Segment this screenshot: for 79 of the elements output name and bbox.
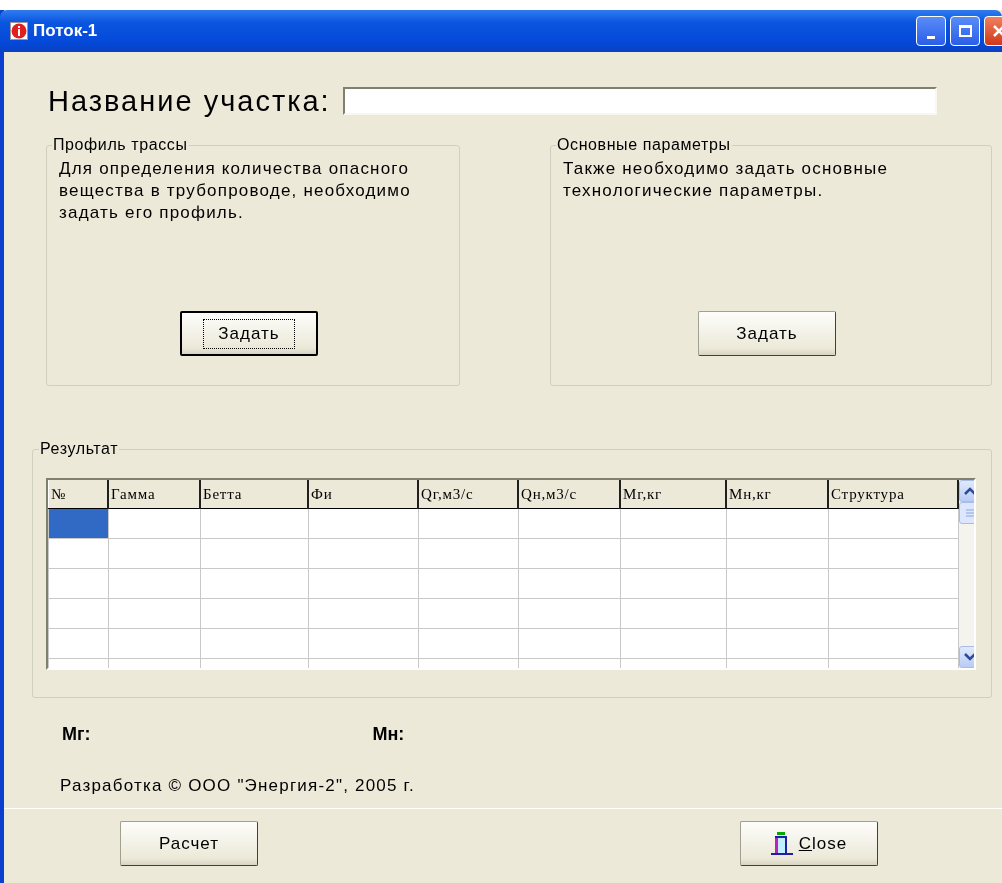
- column-header[interactable]: Гамма: [108, 480, 200, 509]
- table-cell[interactable]: [308, 628, 418, 659]
- table-cell[interactable]: [308, 538, 418, 569]
- chevron-up-icon: [964, 487, 974, 495]
- grip-icon: [966, 509, 974, 517]
- table-cell[interactable]: [200, 538, 308, 569]
- table-cell[interactable]: [48, 598, 108, 629]
- door-icon: [770, 831, 793, 856]
- table-cell[interactable]: [726, 628, 828, 659]
- column-header[interactable]: Мн,кг: [726, 480, 828, 509]
- column-header[interactable]: Мг,кг: [620, 480, 726, 509]
- table-cell[interactable]: [200, 598, 308, 629]
- table-cell[interactable]: [108, 628, 200, 659]
- group-title: Результат: [39, 440, 120, 458]
- table-cell[interactable]: [108, 538, 200, 569]
- calculate-button[interactable]: Расчет: [120, 821, 258, 866]
- table-cell[interactable]: [200, 568, 308, 599]
- info-icon: [10, 22, 28, 40]
- total-label: Мг:: [62, 723, 91, 745]
- table-cell[interactable]: [48, 568, 108, 599]
- table-cell[interactable]: [620, 508, 726, 539]
- chevron-down-icon: [964, 653, 974, 661]
- table-cell[interactable]: [48, 508, 108, 539]
- set-button[interactable]: Задать: [698, 311, 836, 356]
- table-cell[interactable]: [308, 508, 418, 539]
- table-cell[interactable]: [726, 538, 828, 569]
- group-title: Основные параметры: [556, 136, 732, 154]
- table-cell[interactable]: [108, 568, 200, 599]
- column-header[interactable]: №: [48, 480, 108, 509]
- table-cell[interactable]: [620, 568, 726, 599]
- group-description: Для определения количества опасного вещества в трубопроводе, необходимо задать его профиль.: [59, 158, 412, 224]
- table-cell[interactable]: [518, 628, 620, 659]
- table-cell[interactable]: [418, 508, 518, 539]
- table-cell[interactable]: [518, 568, 620, 599]
- table-cell[interactable]: [518, 538, 620, 569]
- name-label: Название участка:: [48, 84, 331, 118]
- table-cell[interactable]: [726, 568, 828, 599]
- table-cell[interactable]: [828, 598, 958, 629]
- table-cell[interactable]: [48, 628, 108, 659]
- table-cell[interactable]: [828, 628, 958, 659]
- window-title: Поток-1: [33, 21, 98, 41]
- table-cell[interactable]: [726, 598, 828, 629]
- table-cell[interactable]: [418, 568, 518, 599]
- table-cell[interactable]: [620, 598, 726, 629]
- set-button[interactable]: Задать: [180, 311, 318, 356]
- table-cell[interactable]: [48, 538, 108, 569]
- column-header[interactable]: Фи: [308, 480, 418, 509]
- table-cell[interactable]: [108, 598, 200, 629]
- table-cell[interactable]: [828, 538, 958, 569]
- table-cell[interactable]: [418, 598, 518, 629]
- table-cell[interactable]: [418, 628, 518, 659]
- maximize-icon: [958, 25, 972, 37]
- table-cell[interactable]: [828, 568, 958, 599]
- minimize-button[interactable]: [916, 16, 946, 46]
- table-cell[interactable]: [308, 568, 418, 599]
- copyright-text: Разработка © ООО "Энергия-2", 2005 г.: [60, 776, 416, 797]
- table-cell[interactable]: [518, 508, 620, 539]
- group-title: Профиль трассы: [52, 136, 189, 154]
- total-label: Мн:: [372, 723, 405, 745]
- table-cell[interactable]: [418, 538, 518, 569]
- table-cell[interactable]: [200, 508, 308, 539]
- close-icon: [993, 25, 1002, 37]
- name-input-field[interactable]: [342, 87, 937, 115]
- maximize-button[interactable]: [950, 16, 980, 46]
- column-header[interactable]: Qг,м3/с: [418, 480, 518, 509]
- table-cell[interactable]: [620, 538, 726, 569]
- table-cell[interactable]: [620, 628, 726, 659]
- close-button[interactable]: Close: [740, 821, 878, 866]
- column-header[interactable]: Структура: [828, 480, 958, 509]
- column-header[interactable]: Бетта: [200, 480, 308, 509]
- column-header[interactable]: Qн,м3/с: [518, 480, 620, 509]
- table-cell[interactable]: [828, 508, 958, 539]
- minimize-icon: [927, 36, 935, 39]
- table-cell[interactable]: [308, 598, 418, 629]
- table-cell[interactable]: [726, 508, 828, 539]
- table-cell[interactable]: [108, 508, 200, 539]
- table-cell[interactable]: [518, 598, 620, 629]
- group-description: Также необходимо задать основные технологические параметры.: [563, 158, 890, 202]
- table-cell[interactable]: [200, 628, 308, 659]
